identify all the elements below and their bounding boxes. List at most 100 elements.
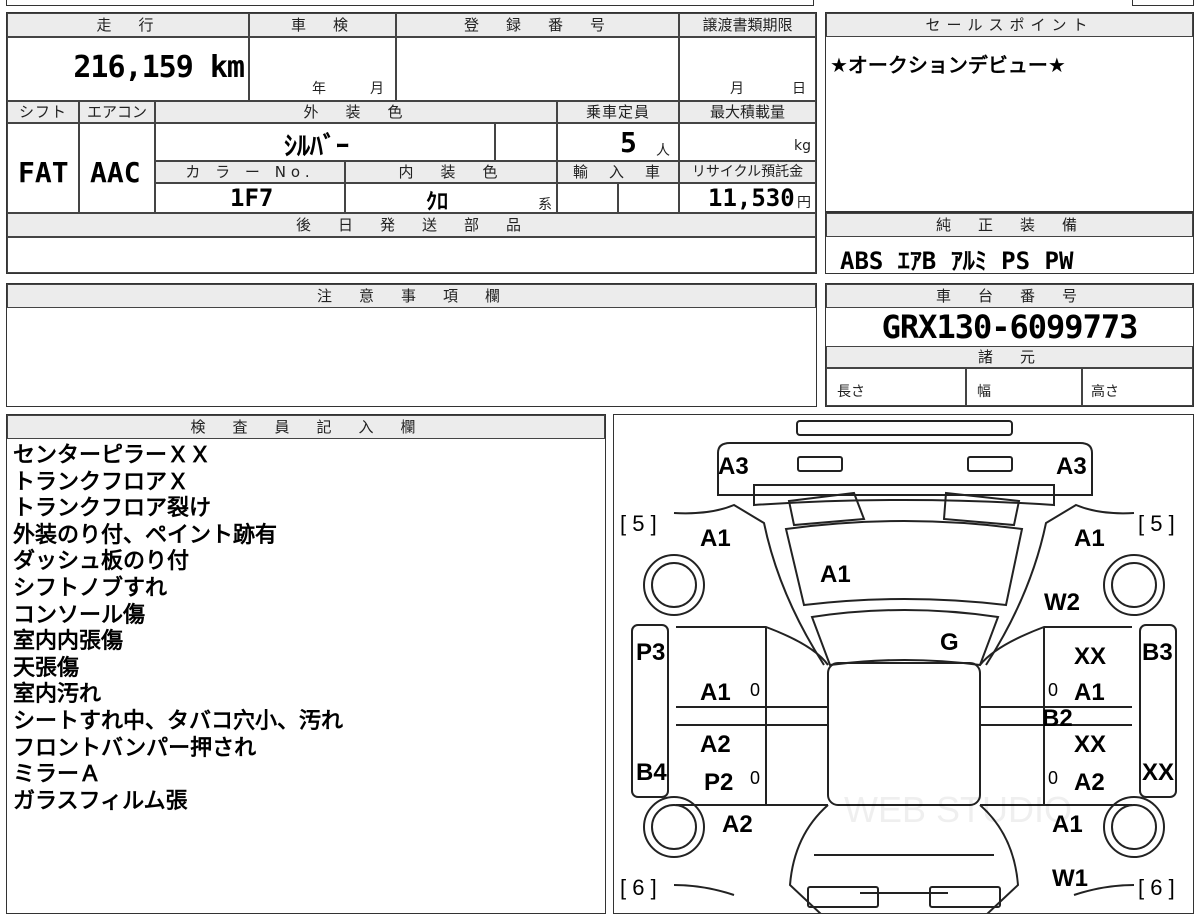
inspector-line: トランクフロア裂け bbox=[13, 496, 212, 522]
shaken-year: 年 bbox=[312, 81, 326, 97]
import-cell-b bbox=[618, 183, 679, 213]
spec-length-cell: 長さ bbox=[826, 368, 966, 406]
tire-rear-left: [ 5 ] bbox=[620, 511, 657, 536]
recycle-value: 11,530 bbox=[708, 184, 795, 212]
inspector-line: シフトノブすれ bbox=[13, 575, 168, 601]
mark-zero-1: 0 bbox=[750, 680, 761, 700]
mark-b2: B2 bbox=[1042, 705, 1073, 732]
top-cut-strip bbox=[0, 0, 1200, 6]
mark-xx-right-upper: XX bbox=[1074, 643, 1107, 670]
exterior-header: 外 装 色 bbox=[155, 101, 557, 123]
chassis-number: GRX130-6099773 bbox=[881, 308, 1139, 346]
car-outline-diagram bbox=[631, 420, 1177, 913]
inspector-line: センターピラーＸＸ bbox=[13, 443, 212, 468]
shift-cell: FAT bbox=[7, 123, 79, 213]
mark-a3-left: A3 bbox=[718, 453, 749, 480]
mark-a1-left-door: A1 bbox=[700, 679, 731, 706]
vehicle-info-table: 走 行 車 検 登 録 番 号 譲渡書類期限 216,159 km 年 月 月 … bbox=[6, 12, 817, 274]
tire-front-right: [ 6 ] bbox=[1138, 875, 1175, 900]
mark-w2: W2 bbox=[1044, 589, 1080, 616]
inspector-line: ダッシュ板のり付 bbox=[13, 549, 190, 575]
recycle-cell: 11,530 円 bbox=[679, 183, 816, 213]
mileage-cell: 216,159 km bbox=[7, 37, 249, 101]
registration-cell bbox=[396, 37, 679, 101]
capacity-cell: 5 人 bbox=[557, 123, 679, 161]
inspector-line: 室内内張傷 bbox=[13, 629, 124, 655]
mark-zero-3: 0 bbox=[750, 768, 761, 788]
spec-height-label: 高さ bbox=[1091, 384, 1119, 400]
equipment-items: ABS ｴｱB ｱﾙﾐ PS PW bbox=[840, 247, 1074, 275]
mark-a1-right-door: A1 bbox=[1074, 679, 1105, 706]
spec-header: 諸 元 bbox=[826, 346, 1193, 368]
inspector-lines: センターピラーＸＸ トランクフロアＸ トランクフロア裂け 外装のり付、ペイント跡… bbox=[13, 443, 343, 815]
mark-a1-rear-left: A1 bbox=[700, 525, 731, 552]
color-no-cell: 1F7 bbox=[155, 183, 345, 213]
inspector-line: 外装のり付、ペイント跡有 bbox=[13, 522, 278, 548]
later-parts-header: 後 日 発 送 部 品 bbox=[7, 213, 816, 237]
tire-rear-right: [ 5 ] bbox=[1138, 511, 1175, 536]
capacity-header: 乗車定員 bbox=[557, 101, 679, 123]
inspector-header: 検 査 員 記 入 欄 bbox=[7, 415, 605, 439]
later-parts-cell bbox=[7, 237, 816, 273]
ac-header: エアコン bbox=[79, 101, 155, 123]
inspector-line: 天張傷 bbox=[13, 655, 80, 681]
inspector-line: ガラスフィルム張 bbox=[13, 788, 188, 814]
color-no-value: 1F7 bbox=[230, 184, 274, 212]
notes-header: 注 意 事 項 欄 bbox=[7, 284, 816, 308]
inspector-line: トランクフロアＸ bbox=[13, 469, 190, 495]
mark-a2-left-door: A2 bbox=[700, 731, 731, 758]
mark-g: G bbox=[940, 629, 959, 656]
import-header: 輸 入 車 bbox=[557, 161, 679, 183]
mark-b4: B4 bbox=[636, 759, 667, 786]
equipment-header: 純 正 装 備 bbox=[826, 213, 1193, 237]
sales-point-text: ★オークションデビュー★ bbox=[830, 53, 1066, 77]
interior-value: ｸﾛ bbox=[426, 190, 449, 215]
shaken-cell: 年 月 bbox=[249, 37, 396, 101]
exterior-value: ｼﾙﾊﾞｰ bbox=[284, 132, 350, 162]
interior-header: 内 装 色 bbox=[345, 161, 557, 183]
transfer-month: 月 bbox=[730, 81, 744, 97]
spec-height-cell: 高さ bbox=[1082, 368, 1193, 406]
mark-a2-front-left: A2 bbox=[722, 811, 753, 838]
inspector-panel: 検 査 員 記 入 欄 センターピラーＸＸ トランクフロアＸ トランクフロア裂け… bbox=[6, 414, 606, 914]
recycle-header: リサイクル預託金 bbox=[679, 161, 816, 183]
mark-w1: W1 bbox=[1052, 865, 1088, 892]
transfer-cell: 月 日 bbox=[679, 37, 816, 101]
import-cell-a bbox=[557, 183, 618, 213]
ac-cell: AAC bbox=[79, 123, 155, 213]
chassis-header: 車 台 番 号 bbox=[826, 284, 1193, 308]
exterior-extra-cell bbox=[495, 123, 557, 161]
inspector-line: 室内汚れ bbox=[13, 682, 102, 708]
mark-xx-right-mid: XX bbox=[1074, 731, 1107, 758]
mark-xx-far-right: XX bbox=[1142, 759, 1175, 786]
watermark: WEB STUDIO bbox=[844, 789, 1073, 830]
mark-a3-right: A3 bbox=[1056, 453, 1087, 480]
sales-point-header: セールスポイント bbox=[826, 13, 1193, 37]
recycle-unit: 円 bbox=[797, 195, 811, 211]
shaken-header: 車 検 bbox=[249, 13, 396, 37]
spec-width-cell: 幅 bbox=[966, 368, 1082, 406]
ac-value: AAC bbox=[90, 156, 141, 189]
transfer-day: 日 bbox=[792, 81, 806, 97]
interior-cell: ｸﾛ 系 bbox=[345, 183, 557, 215]
inspector-line: シートすれ中、タバコ穴小、汚れ bbox=[13, 708, 344, 734]
capacity-unit: 人 bbox=[656, 143, 670, 159]
shaken-month: 月 bbox=[370, 81, 384, 97]
mark-a1-roof-glass: A1 bbox=[820, 561, 851, 588]
load-unit: kg bbox=[794, 138, 811, 154]
mark-b3: B3 bbox=[1142, 639, 1173, 666]
mark-p3: P3 bbox=[636, 639, 666, 666]
shift-value: FAT bbox=[18, 156, 69, 189]
spec-length-label: 長さ bbox=[837, 384, 865, 400]
mark-zero-4: 0 bbox=[1048, 768, 1059, 788]
sales-point-panel: セールスポイント ★オークションデビュー★ bbox=[825, 12, 1194, 212]
inspector-line: フロントバンパー押され bbox=[13, 735, 257, 761]
mileage-header: 走 行 bbox=[7, 13, 249, 37]
color-no-header: カ ラ ー No. bbox=[155, 161, 345, 183]
car-diagram-panel: [ 5 ] [ 5 ] [ 6 ] [ 6 ] A3 A3 A1 A1 A1 W… bbox=[613, 414, 1194, 914]
transfer-deadline-header: 譲渡書類期限 bbox=[679, 13, 816, 37]
mark-a2-right-door: A2 bbox=[1074, 769, 1105, 796]
mileage-value: 216,159 km bbox=[73, 50, 245, 85]
capacity-value: 5 bbox=[620, 126, 637, 159]
exterior-cell: ｼﾙﾊﾞｰ bbox=[155, 123, 495, 162]
